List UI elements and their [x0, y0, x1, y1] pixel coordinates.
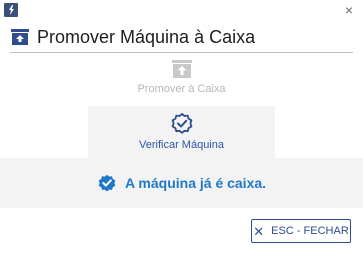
result-message: A máquina já é caixa.	[124, 175, 267, 191]
promote-box-icon	[11, 29, 29, 45]
app-logo-icon	[4, 3, 18, 17]
step-promote: Promover à Caixa	[0, 58, 363, 102]
page-title: Promover Máquina à Caixa	[37, 26, 256, 47]
promote-box-icon	[171, 60, 192, 78]
step-label: Promover à Caixa	[137, 83, 226, 95]
dialog-header: Promover Máquina à Caixa	[10, 25, 255, 49]
step-label: Verificar Máquina	[139, 139, 224, 151]
result-banner: A máquina já é caixa.	[0, 158, 363, 208]
header-divider	[10, 52, 353, 53]
close-button[interactable]: ✕ ESC - FECHAR	[251, 219, 351, 243]
window-close-icon[interactable]: ×	[345, 2, 353, 18]
verified-badge-icon	[171, 113, 192, 134]
check-badge-icon	[98, 174, 116, 192]
close-button-label: ESC - FECHAR	[271, 225, 349, 237]
close-icon: ✕	[253, 223, 265, 239]
title-bar: ×	[0, 0, 363, 20]
step-verify: Verificar Máquina	[88, 106, 275, 158]
